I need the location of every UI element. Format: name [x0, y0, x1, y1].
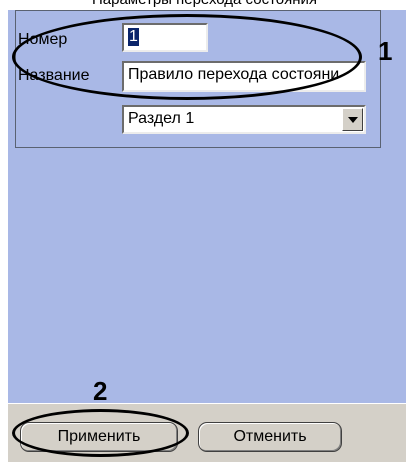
properties-group: Номер 1 Название Правило перехода состоя… [15, 10, 381, 148]
button-bar: Применить Отменить [8, 404, 406, 462]
number-input[interactable]: 1 [122, 23, 208, 52]
chevron-down-icon[interactable] [342, 108, 363, 131]
top-clipped-caption: Параметры перехода состояния [0, 0, 414, 10]
section-select[interactable]: Раздел 1 [122, 105, 366, 134]
callout-number-2: 2 [93, 376, 108, 406]
apply-button[interactable]: Применить [20, 422, 178, 452]
cancel-button[interactable]: Отменить [198, 422, 342, 452]
name-input[interactable]: Правило перехода состояни [122, 61, 366, 92]
name-label: Название [18, 67, 90, 84]
settings-panel: Номер 1 Название Правило перехода состоя… [8, 10, 406, 403]
apply-button-label: Применить [57, 428, 141, 445]
callout-number-1: 1 [378, 36, 393, 66]
top-caption-text: Параметры перехода состояния [92, 0, 317, 8]
cancel-button-label: Отменить [233, 428, 307, 445]
number-value: 1 [128, 28, 139, 46]
number-label: Номер [18, 31, 68, 48]
name-value: Правило перехода состояни [128, 66, 340, 83]
section-value: Раздел 1 [128, 110, 195, 127]
